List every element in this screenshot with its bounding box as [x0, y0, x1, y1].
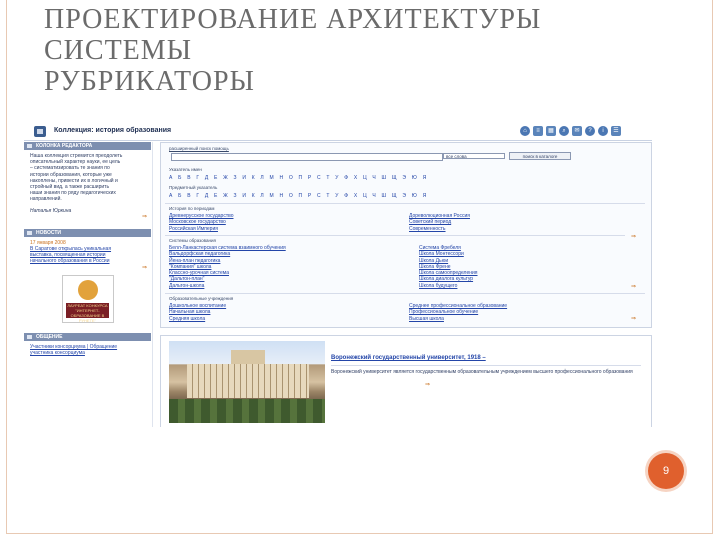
subject-alphabet[interactable]: А Б В Г Д Е Ж З И К Л М Н О П Р С Т У Ф … [169, 193, 428, 199]
news-heading: НОВОСТИ [24, 228, 151, 237]
photo-building [187, 364, 309, 398]
website-screenshot: Коллекция: история образования ⌂ ≡ ▦ ⌕ ✉… [24, 123, 652, 427]
featured-description: Воронежский университет является государ… [331, 369, 633, 375]
author-index-label: Указатель имен [169, 167, 202, 172]
search-icon[interactable]: ⌕ [559, 126, 569, 136]
column-divider [152, 142, 153, 427]
author-alphabet[interactable]: А Б В Г Д Е Ж З И К Л М Н О П Р С Т У Ф … [169, 175, 428, 181]
home-icon[interactable]: ⌂ [520, 126, 530, 136]
divider [165, 235, 625, 236]
institutions-label: Образовательные учреждения [169, 296, 234, 301]
system-link[interactable]: Школа диалога культур [419, 276, 478, 282]
period-list-left: Древнерусское государство Московское гос… [169, 213, 234, 232]
partners-heading: ОБЩЕНИЕ [24, 332, 151, 341]
period-list-right: Дореволюционная Россия Советский период … [409, 213, 470, 232]
search-input[interactable] [171, 153, 443, 161]
toolbar: ⌂ ≡ ▦ ⌕ ✉ ? i ☰ [520, 126, 621, 137]
search-panel: расширенный поиск помощь все слова поиск… [160, 142, 652, 328]
photo-trees [169, 399, 325, 423]
period-link[interactable]: Современность [409, 226, 470, 232]
search-mode-select[interactable]: все слова [443, 153, 505, 159]
featured-title[interactable]: Воронежский государственный университет,… [331, 355, 486, 361]
editorial-line: направлений. [30, 196, 62, 203]
institution-link[interactable]: Средняя школа [169, 316, 226, 322]
institution-link[interactable]: Высшая школа [409, 316, 507, 322]
news-more-arrow-icon[interactable]: ⇒ [24, 265, 151, 272]
news-block: 17 января 2008 В Саратове открылась уник… [24, 240, 151, 265]
slide-title: ПРОЕКТИРОВАНИЕ АРХИТЕКТУРЫ СИСТЕМЫ РУБРИ… [44, 4, 684, 97]
editorial-text: Наша коллекция стремится преодолеть опис… [24, 153, 151, 203]
systems-list-left: Белл-Ланкастерская система взаимного обу… [169, 245, 286, 289]
divider [165, 203, 645, 204]
slide-title-line-2: СИСТЕМЫ [44, 35, 193, 66]
subject-index-label: Предметный указатель [169, 185, 218, 190]
system-link[interactable]: Дальтон-школа [169, 283, 286, 289]
menu-icon[interactable]: ☰ [611, 126, 621, 136]
period-more-arrow-icon[interactable]: ⇒ [631, 233, 636, 240]
divider [165, 293, 645, 294]
help-icon[interactable]: ? [585, 126, 595, 136]
search-links[interactable]: расширенный поиск помощь [169, 146, 229, 151]
search-button[interactable]: поиск в каталоге [509, 152, 571, 160]
institutions-list-right: Среднее профессиональное образование Про… [409, 303, 507, 322]
slide-title-line-3: РУБРИКАТОРЫ [44, 66, 255, 97]
main-content: расширенный поиск помощь все слова поиск… [160, 142, 652, 427]
institutions-list-left: Дошкольное воспитание Начальная школа Ср… [169, 303, 226, 322]
page-number-badge: 9 [648, 453, 684, 489]
featured-item: Воронежский государственный университет,… [160, 335, 652, 427]
editorial-more-arrow-icon[interactable]: ⇒ [24, 214, 151, 221]
collection-logo-icon[interactable] [34, 126, 46, 137]
period-link[interactable]: Московское государство [169, 219, 234, 225]
editorial-heading: КОЛОНКА РЕДАКТОРА [24, 142, 151, 150]
slide-title-line-1: ПРОЕКТИРОВАНИЕ АРХИТЕКТУРЫ [44, 4, 542, 35]
featured-more-arrow-icon[interactable]: ⇒ [425, 381, 430, 388]
grid-icon[interactable]: ▦ [546, 126, 556, 136]
systems-more-arrow-icon[interactable]: ⇒ [631, 283, 636, 290]
systems-label: Системы образования [169, 238, 216, 243]
systems-list-right: Система Фребеля Школа Монтессори Школа Д… [419, 245, 478, 289]
period-label: История по периодам [169, 206, 215, 211]
collection-title: Коллекция: история образования [54, 127, 172, 134]
site-header: Коллекция: история образования ⌂ ≡ ▦ ⌕ ✉… [24, 123, 652, 141]
mail-icon[interactable]: ✉ [572, 126, 582, 136]
award-badge[interactable]: ЛАУРЕАТ КОНКУРСА "ИНТЕРНЕТ-ОБРАЗОВАНИЕ В… [62, 274, 114, 323]
list-icon[interactable]: ≡ [533, 126, 543, 136]
award-laurel-icon [78, 279, 98, 300]
left-sidebar: КОЛОНКА РЕДАКТОРА Наша коллекция стремит… [24, 142, 151, 427]
partners-link[interactable]: участника консорциума [30, 350, 147, 356]
university-building-photo[interactable] [169, 341, 325, 423]
featured-divider [331, 365, 641, 366]
info-icon[interactable]: i [598, 126, 608, 136]
partners-block: Участники консорциума | Обращение участн… [24, 344, 151, 356]
institutions-more-arrow-icon[interactable]: ⇒ [631, 315, 636, 322]
award-label: ЛАУРЕАТ КОНКУРСА "ИНТЕРНЕТ-ОБРАЗОВАНИЕ В… [66, 302, 109, 323]
period-link[interactable]: Российская Империя [169, 226, 234, 232]
system-link[interactable]: Школа будущего [419, 283, 478, 289]
